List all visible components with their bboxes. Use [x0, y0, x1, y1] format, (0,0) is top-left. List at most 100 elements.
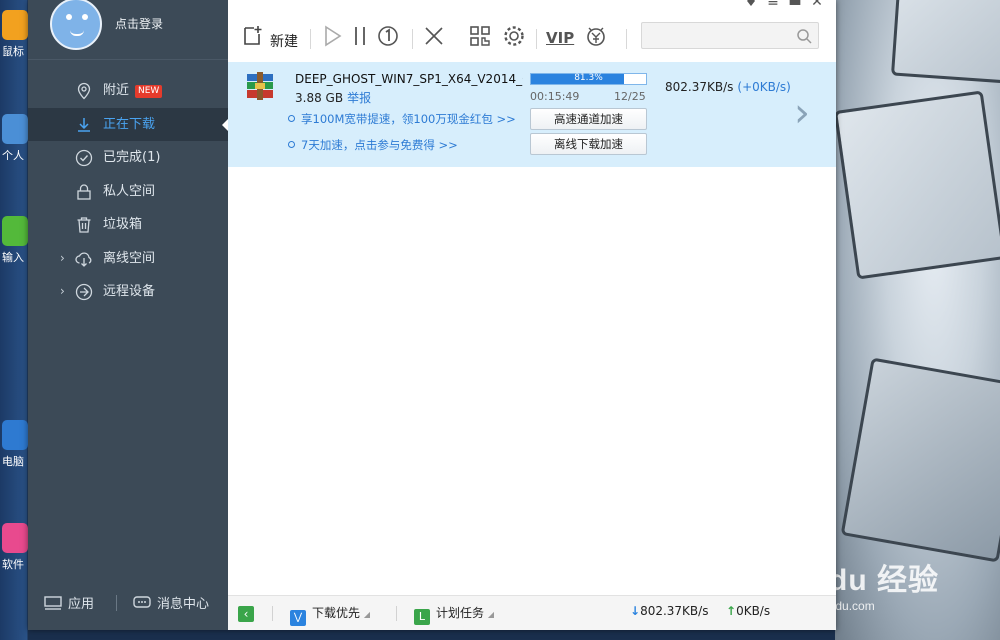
speed-limit-icon: [378, 26, 398, 46]
file-size-line: 3.88 GB 举报: [295, 89, 371, 106]
pause-icon: [355, 27, 365, 45]
sidebar-item-0[interactable]: 附近 NEW: [28, 74, 228, 108]
scheduled-task-menu[interactable]: L 计划任务 ◢: [414, 604, 494, 625]
sidebar-item-label: 私人空间: [103, 183, 156, 199]
avatar[interactable]: [50, 0, 102, 50]
file-size: 3.88 GB: [295, 91, 344, 105]
sidebar-footer: 应用 消息中心: [28, 585, 228, 621]
new-file-icon: [244, 26, 262, 45]
lock-icon: [77, 183, 91, 200]
search-icon[interactable]: [796, 28, 812, 44]
new-task-button[interactable]: [240, 24, 264, 54]
desktop-shortcut-label: 鼠标: [2, 45, 24, 58]
toolbar: 新建 VIP: [228, 18, 836, 60]
desktop-shortcut[interactable]: 软件: [2, 523, 28, 572]
promo-link-bandwidth[interactable]: 享100M宽带提速，领100万现金红包 >>: [288, 111, 516, 127]
sidebar: 点击登录 附近 NEW 正在下载已完成(1) 私人空间垃圾箱 › 离线空间 › 远程设备 应用…: [28, 0, 228, 630]
wallet-button[interactable]: [584, 24, 608, 54]
priority-label: 下载优先: [312, 606, 361, 620]
gear-icon: [504, 26, 524, 46]
sidebar-item-label: 远程设备: [103, 284, 156, 299]
promo-text: 享100M宽带提速，领100万现金红包 >>: [301, 112, 516, 126]
footer-divider: [116, 595, 117, 611]
chevron-right-icon[interactable]: ›: [60, 275, 65, 308]
search-box: [641, 22, 819, 49]
collapse-button[interactable]: ‹: [238, 604, 260, 622]
offline-download-accel-button[interactable]: 离线下载加速: [530, 133, 647, 155]
desktop-app-icon: [2, 420, 28, 450]
message-icon: [133, 596, 151, 608]
status-bar: ‹ ⋁ 下载优先 ◢ L 计划任务 ◢ ↓802.37KB/s ↑0KB/s: [228, 595, 836, 630]
sidebar-item-1[interactable]: 正在下载: [28, 107, 228, 141]
pause-button[interactable]: [348, 24, 372, 54]
desktop-shortcut-label: 电脑: [2, 455, 24, 468]
qrcode-button[interactable]: [468, 24, 492, 54]
sidebar-item-label: 已完成(1): [103, 150, 161, 165]
delete-button[interactable]: [422, 24, 446, 54]
apps-button[interactable]: 应用: [44, 593, 94, 612]
menu-icon[interactable]: ≡: [762, 0, 784, 10]
sidebar-item-4[interactable]: 垃圾箱: [28, 208, 228, 242]
check-circle-icon: [75, 149, 93, 167]
apps-icon: [44, 596, 62, 610]
sidebar-item-label: 正在下载: [103, 116, 156, 132]
chevron-right-icon[interactable]: ›: [794, 93, 810, 133]
schedule-label: 计划任务: [436, 606, 485, 620]
promo-text: 7天加速，点击参与免费得 >>: [301, 138, 458, 152]
desktop-shortcut[interactable]: 个人: [2, 114, 28, 163]
desktop-icons: 鼠标个人输入电脑软件: [0, 0, 28, 640]
download-speed: 802.37KB/s (+0KB/s): [665, 80, 791, 94]
desktop-shortcut[interactable]: 输入: [2, 216, 28, 265]
search-input[interactable]: [642, 23, 792, 48]
report-link[interactable]: 举报: [347, 91, 371, 105]
down-arrow-icon: ↓: [630, 604, 641, 618]
schedule-icon: L: [414, 609, 430, 625]
start-button[interactable]: [320, 24, 344, 54]
desktop-shortcut[interactable]: 电脑: [2, 420, 28, 469]
download-arrow-icon: [78, 117, 90, 132]
download-manager-window: 点击登录 附近 NEW 正在下载 已完成(1) 私人空间 垃圾箱 › 离线空间 › 远程设备 应用…: [28, 0, 836, 630]
chevron-right-icon[interactable]: ›: [60, 242, 65, 275]
desktop-shortcut-label: 软件: [2, 558, 24, 571]
close-button[interactable]: ✕: [806, 0, 828, 10]
skin-icon[interactable]: ♦: [740, 0, 762, 10]
toolbar-divider: [310, 29, 311, 49]
sidebar-item-3[interactable]: 私人空间: [28, 175, 228, 209]
progress-bar: 81.3%: [530, 73, 647, 85]
desktop-shortcut[interactable]: 鼠标: [2, 10, 28, 59]
login-link[interactable]: 点击登录: [115, 15, 163, 32]
play-icon: [325, 25, 342, 47]
minimize-button[interactable]: ▬: [784, 0, 806, 10]
status-download-speed: ↓802.37KB/s: [630, 604, 708, 618]
download-priority-menu[interactable]: ⋁ 下载优先 ◢: [290, 604, 370, 626]
main-panel: ♦ ≡ ▬ ✕ 新建 VIP DEEP_GHOST_WIN7_SP1_X64_V…: [228, 0, 836, 630]
remote-device-icon: [75, 283, 93, 301]
up-arrow-icon: ↑: [726, 604, 737, 618]
sidebar-item-5[interactable]: › 离线空间: [28, 242, 228, 276]
vip-button[interactable]: VIP: [546, 29, 574, 59]
location-pin-icon: [77, 82, 91, 100]
profile-area: 点击登录: [28, 0, 228, 60]
sidebar-item-6[interactable]: › 远程设备: [28, 275, 228, 309]
toolbar-divider: [536, 29, 537, 49]
sidebar-item-2[interactable]: 已完成(1): [28, 141, 228, 175]
settings-button[interactable]: [502, 24, 526, 54]
sidebar-nav: 附近 NEW 正在下载已完成(1) 私人空间垃圾箱 › 离线空间 › 远程设备: [28, 74, 228, 309]
status-divider: [272, 606, 273, 621]
promo-link-7day[interactable]: 7天加速，点击参与免费得 >>: [288, 137, 458, 153]
sidebar-item-label: 附近: [103, 83, 130, 98]
high-speed-channel-button[interactable]: 高速通道加速: [530, 108, 647, 130]
speed-limit-button[interactable]: [376, 24, 400, 54]
desktop-shortcut-label: 个人: [2, 149, 24, 162]
messages-button[interactable]: 消息中心: [133, 593, 209, 612]
download-task-row[interactable]: DEEP_GHOST_WIN7_SP1_X64_V2014_08... 3.88…: [228, 62, 836, 167]
desktop-app-icon: [2, 114, 28, 144]
desktop-shortcut-label: 输入: [2, 251, 24, 264]
status-upload-speed: ↑0KB/s: [726, 604, 770, 618]
circle-bullet-icon: [288, 141, 295, 148]
messages-label: 消息中心: [157, 597, 210, 612]
new-task-label[interactable]: 新建: [270, 31, 298, 51]
desktop-app-icon: [2, 10, 28, 40]
status-download-value: 802.37KB/s: [640, 604, 709, 618]
circle-bullet-icon: [288, 115, 295, 122]
